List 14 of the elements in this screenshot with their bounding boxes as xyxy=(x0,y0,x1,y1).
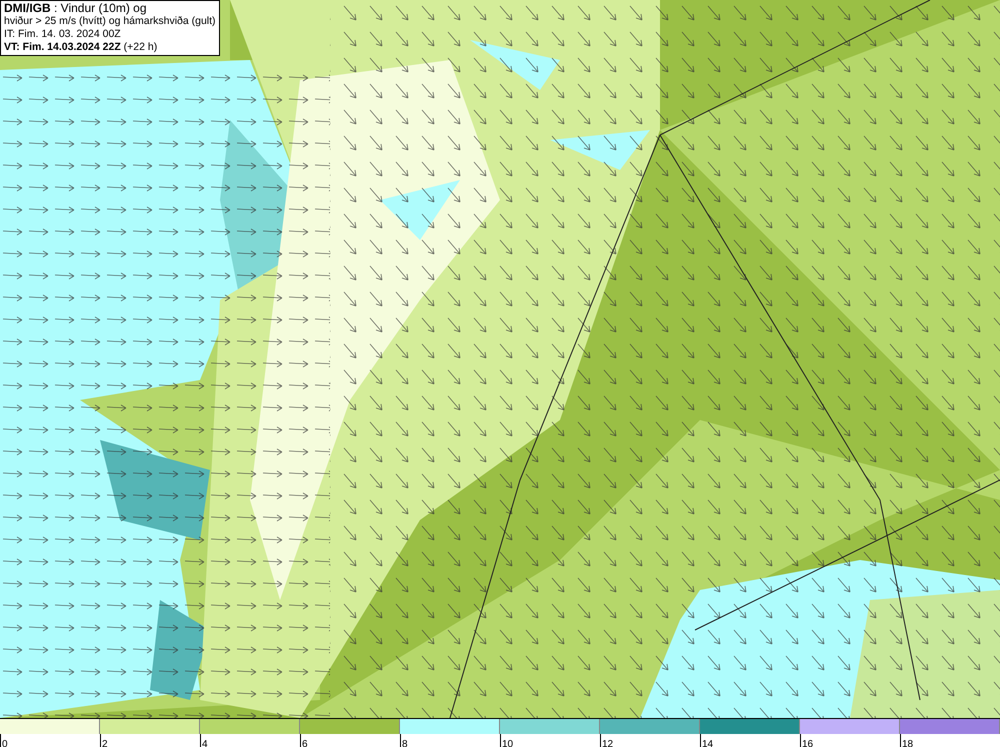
scale-label: 16 xyxy=(801,739,814,747)
scale-label: 10 xyxy=(501,739,514,747)
scale-label: 12 xyxy=(601,739,614,747)
scale-label: 18 xyxy=(901,739,914,747)
info-text: hviður > 25 m/s (hvítt) og hámarkshviða (gult) xyxy=(4,15,216,28)
info-text: VT: Fim. 14.03.2024 22Z (+22 h) xyxy=(4,41,158,54)
scale-label: 2 xyxy=(101,739,108,747)
scale-label: 14 xyxy=(701,739,714,747)
scale-label: 6 xyxy=(301,739,308,747)
scale-label: 4 xyxy=(201,739,208,747)
scale-label: 0 xyxy=(1,739,8,747)
info-text: IT: Fim. 14. 03. 2024 00Z xyxy=(4,28,122,41)
info-text: DMI/IGB : Vindur (10m) og xyxy=(4,2,148,15)
scale-label: 8 xyxy=(401,739,408,747)
